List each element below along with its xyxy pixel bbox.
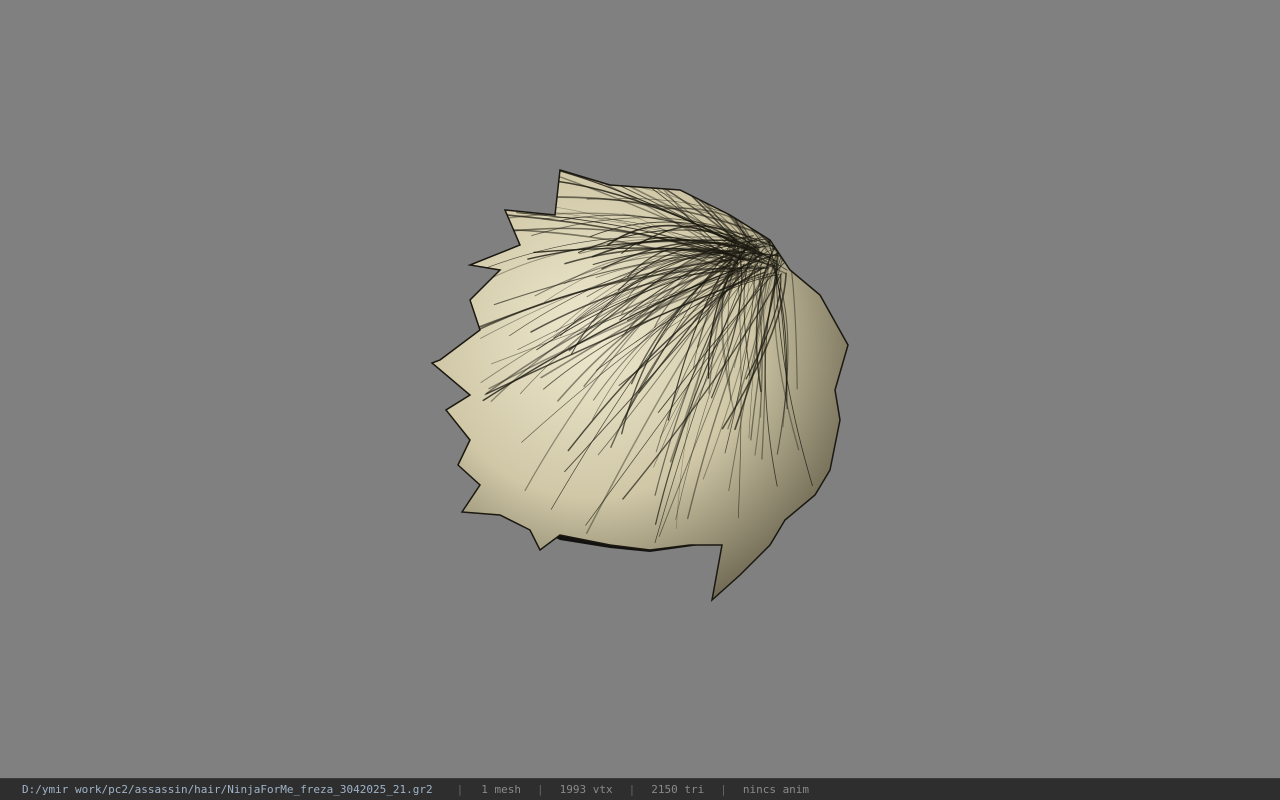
status-bar: D:/ymir work/pc2/assassin/hair/NinjaForM… — [0, 778, 1280, 800]
anim-info: nincs anim — [742, 783, 810, 796]
file-path: D:/ymir work/pc2/assassin/hair/NinjaForM… — [22, 783, 433, 796]
mesh-count: 1 mesh — [481, 783, 521, 796]
hair-model[interactable] — [0, 0, 1280, 778]
triangle-count: 2150 tri — [651, 783, 705, 796]
separator: | — [456, 783, 464, 796]
3d-viewport[interactable] — [0, 0, 1280, 778]
vertex-count: 1993 vtx — [559, 783, 613, 796]
separator: | — [536, 783, 544, 796]
separator: | — [720, 783, 727, 796]
separator: | — [628, 783, 636, 796]
